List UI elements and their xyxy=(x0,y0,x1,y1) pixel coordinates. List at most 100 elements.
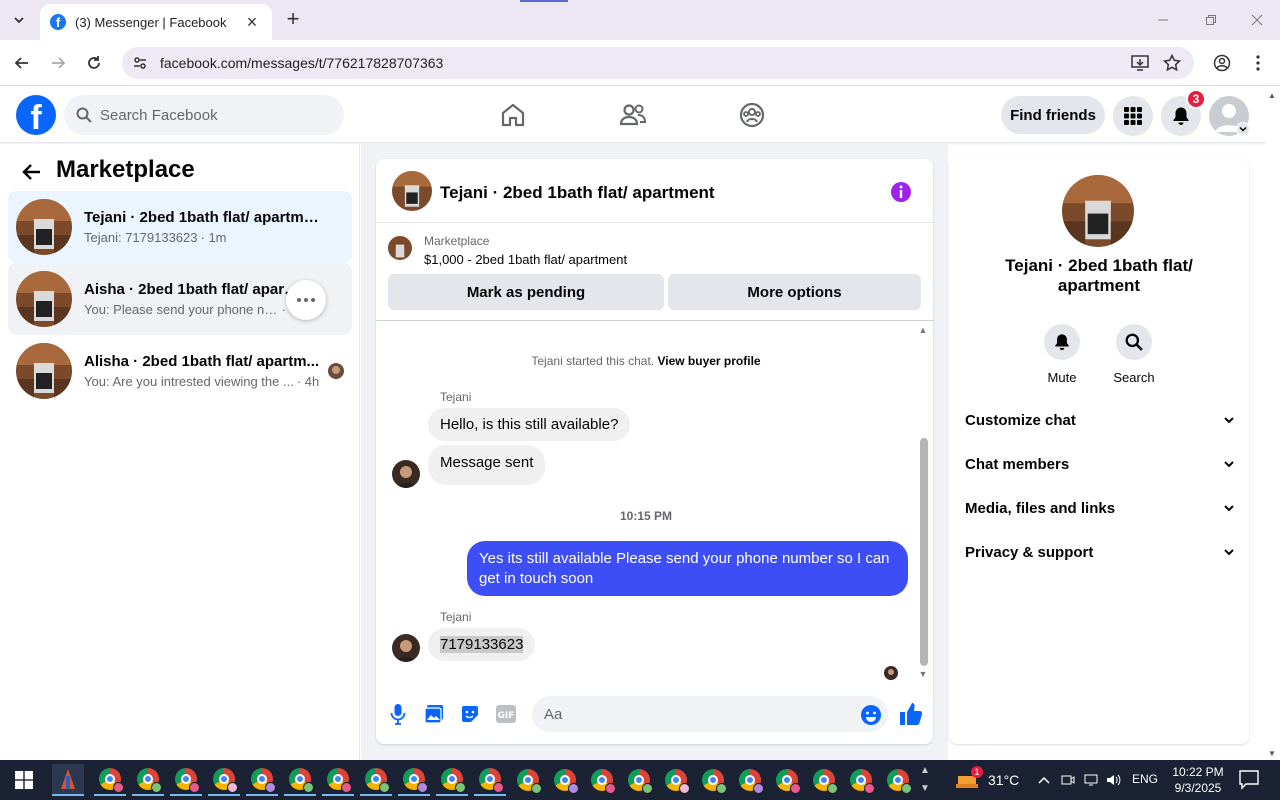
site-settings-icon[interactable] xyxy=(132,55,148,71)
weather-widget[interactable]: 1 31°C xyxy=(956,766,1026,794)
chrome-taskbar-icon[interactable] xyxy=(246,764,278,796)
chrome-taskbar-icon[interactable] xyxy=(623,764,655,796)
privacy-support-row[interactable]: Privacy & support xyxy=(965,538,1235,566)
forward-icon[interactable] xyxy=(44,49,72,77)
scroll-up-arrow[interactable]: ▲ xyxy=(917,325,929,335)
back-arrow-icon[interactable] xyxy=(20,160,44,184)
info-icon[interactable] xyxy=(890,181,912,203)
reload-icon[interactable] xyxy=(80,49,108,77)
meet-now-icon[interactable] xyxy=(1058,770,1078,790)
more-options-button[interactable]: More options xyxy=(668,274,921,310)
close-window-icon[interactable] xyxy=(1234,6,1280,34)
tabstrip-accent xyxy=(520,0,568,2)
chrome-taskbar-icon[interactable] xyxy=(882,764,914,796)
search-input[interactable] xyxy=(100,106,320,124)
sticker-icon[interactable] xyxy=(458,702,482,726)
photo-icon[interactable] xyxy=(422,702,446,726)
chrome-taskbar-icon[interactable] xyxy=(586,764,618,796)
incoming-message[interactable]: 7179133623 xyxy=(428,628,536,661)
chrome-taskbar-icon[interactable] xyxy=(845,764,877,796)
conversation-options-button[interactable] xyxy=(286,280,326,320)
chrome-taskbar-icon[interactable] xyxy=(660,764,692,796)
media-files-links-row[interactable]: Media, files and links xyxy=(965,494,1235,522)
thumbs-up-icon[interactable] xyxy=(898,701,924,727)
message-input[interactable] xyxy=(544,705,844,723)
conversation-item[interactable]: Tejani · 2bed 1bath flat/ apartment Teja… xyxy=(8,191,352,263)
browser-tab[interactable]: f (3) Messenger | Facebook × xyxy=(40,4,272,40)
windows-start-icon[interactable] xyxy=(0,760,48,800)
tray-chevron-up-icon[interactable] xyxy=(1034,770,1054,790)
chrome-taskbar-icon[interactable] xyxy=(360,764,392,796)
taskbar-clock[interactable]: 10:22 PM 9/3/2025 xyxy=(1166,764,1230,796)
incoming-message[interactable]: Hello, is this still available? xyxy=(428,408,631,441)
chat-members-row[interactable]: Chat members xyxy=(965,450,1235,478)
language-indicator[interactable]: ENG xyxy=(1132,772,1158,786)
page-scrollbar[interactable]: ▲ ▼ xyxy=(1266,87,1280,760)
chrome-taskbar-icon[interactable] xyxy=(170,764,202,796)
tab-search-dropdown[interactable] xyxy=(6,8,32,32)
network-icon[interactable] xyxy=(1082,770,1102,790)
chrome-taskbar-icon[interactable] xyxy=(436,764,468,796)
listing-price-title[interactable]: $1,000 - 2bed 1bath flat/ apartment xyxy=(424,252,627,267)
facebook-logo-icon[interactable]: f xyxy=(16,95,56,135)
chrome-taskbar-icon[interactable] xyxy=(94,764,126,796)
microphone-icon[interactable] xyxy=(386,702,410,726)
chrome-taskbar-icon[interactable] xyxy=(398,764,430,796)
mute-action[interactable]: Mute xyxy=(1032,324,1092,385)
chrome-taskbar-icon[interactable] xyxy=(808,764,840,796)
chrome-taskbar-icon[interactable] xyxy=(771,764,803,796)
profile-chevron-icon[interactable] xyxy=(1236,122,1250,136)
scroll-down-arrow[interactable]: ▼ xyxy=(917,669,929,679)
sender-avatar[interactable] xyxy=(392,460,420,488)
view-buyer-profile-link[interactable]: View buyer profile xyxy=(657,354,760,368)
bookmark-star-icon[interactable] xyxy=(1158,49,1186,77)
chrome-taskbar-icon[interactable] xyxy=(697,764,729,796)
incoming-message[interactable]: Message sent xyxy=(428,445,546,485)
chrome-taskbar-icon[interactable] xyxy=(474,764,506,796)
friends-icon[interactable] xyxy=(615,97,651,133)
page-scroll-up[interactable]: ▲ xyxy=(1268,91,1276,100)
chrome-taskbar-icon[interactable] xyxy=(734,764,766,796)
notification-center-icon[interactable] xyxy=(1238,768,1262,792)
message-composer[interactable] xyxy=(532,696,888,732)
install-app-icon[interactable] xyxy=(1126,49,1154,77)
chrome-taskbar-icon[interactable] xyxy=(512,764,544,796)
chrome-taskbar-icon[interactable] xyxy=(208,764,240,796)
sender-avatar[interactable] xyxy=(392,634,420,662)
taskbar-app-icon[interactable] xyxy=(52,764,84,796)
gif-icon[interactable]: GIF xyxy=(494,702,518,726)
chat-listing-avatar[interactable] xyxy=(392,171,432,211)
home-icon[interactable] xyxy=(495,97,531,133)
chrome-taskbar-icon[interactable] xyxy=(322,764,354,796)
chat-title[interactable]: Tejani · 2bed 1bath flat/ apartment xyxy=(440,183,715,203)
listing-small-thumbnail[interactable] xyxy=(388,236,412,260)
menu-grid-button[interactable] xyxy=(1113,96,1153,136)
find-friends-button[interactable]: Find friends xyxy=(1001,96,1105,134)
volume-icon[interactable] xyxy=(1104,770,1124,790)
selected-text[interactable]: 7179133623 xyxy=(440,636,524,653)
outgoing-message[interactable]: Yes its still available Please send your… xyxy=(467,541,908,596)
browser-menu-icon[interactable] xyxy=(1244,49,1272,77)
taskbar-scroll-arrows[interactable]: ▲ ▼ xyxy=(918,762,932,798)
chrome-taskbar-icon[interactable] xyxy=(284,764,316,796)
mark-as-pending-button[interactable]: Mark as pending xyxy=(388,274,664,310)
chat-scrollbar-thumb[interactable] xyxy=(920,438,928,666)
groups-icon[interactable] xyxy=(734,97,770,133)
facebook-search[interactable] xyxy=(64,95,344,135)
restore-icon[interactable] xyxy=(1188,6,1234,34)
customize-chat-row[interactable]: Customize chat xyxy=(965,406,1235,434)
conversation-item[interactable]: Alisha · 2bed 1bath flat/ apartm... You:… xyxy=(8,335,352,407)
emoji-icon[interactable] xyxy=(860,704,882,726)
page-scroll-down[interactable]: ▼ xyxy=(1268,749,1276,758)
minimize-icon[interactable] xyxy=(1140,6,1186,34)
details-avatar[interactable] xyxy=(1062,175,1134,247)
new-tab-icon[interactable]: + xyxy=(282,8,304,32)
browser-profile-icon[interactable] xyxy=(1208,49,1236,77)
address-bar[interactable]: facebook.com/messages/t/776217828707363 xyxy=(122,47,1194,79)
back-icon[interactable] xyxy=(8,49,36,77)
search-action[interactable]: Search xyxy=(1104,324,1164,385)
chrome-taskbar-icon[interactable] xyxy=(132,764,164,796)
close-tab-icon[interactable]: × xyxy=(242,12,262,33)
grid-icon xyxy=(1124,107,1142,125)
chrome-taskbar-icon[interactable] xyxy=(549,764,581,796)
